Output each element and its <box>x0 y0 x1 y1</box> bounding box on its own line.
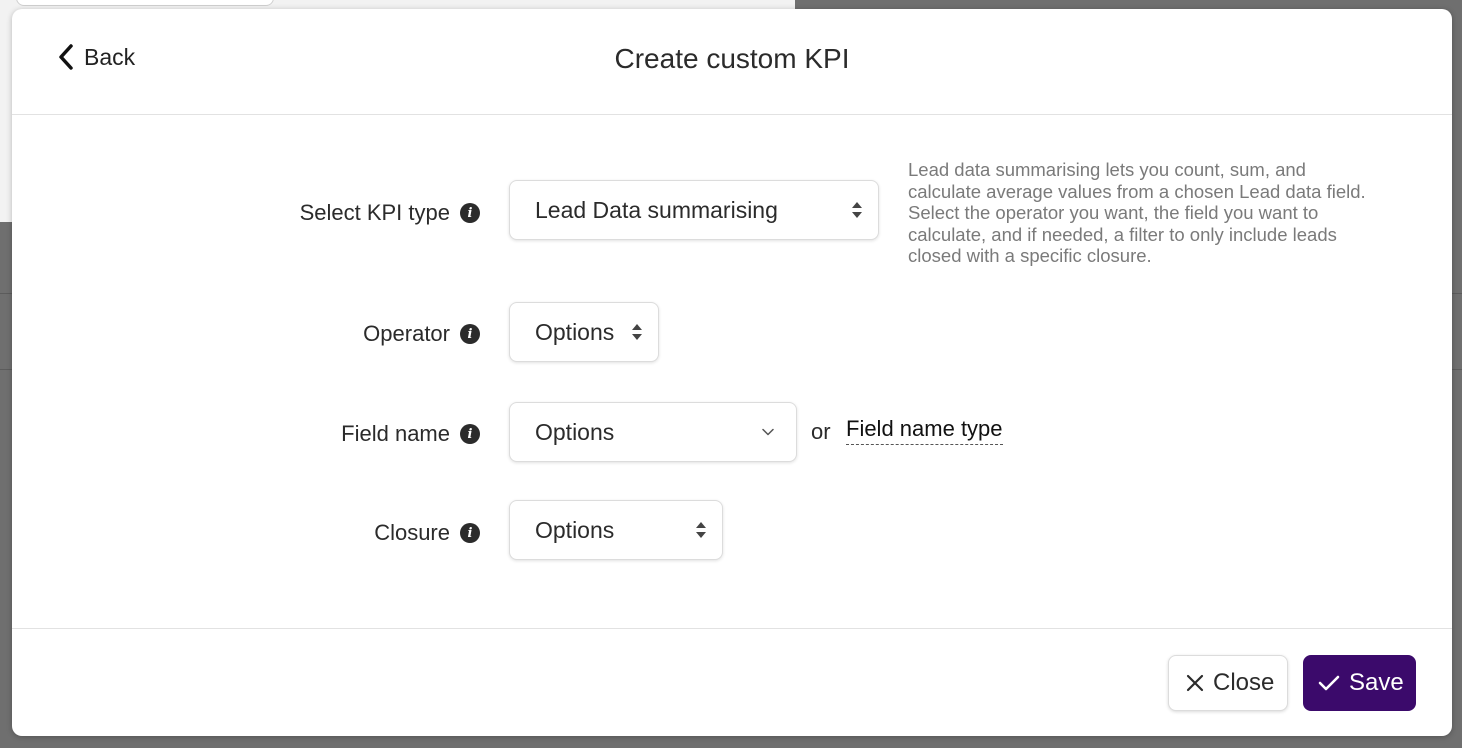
field-name-type-input[interactable]: Field name type <box>846 416 1003 445</box>
modal-footer: Close Save <box>12 628 1452 736</box>
kpi-type-select[interactable]: Lead Data summarising <box>509 180 879 240</box>
field-name-value: Options <box>535 418 615 445</box>
info-icon[interactable]: i <box>460 424 480 444</box>
sort-arrows-icon <box>852 202 862 218</box>
closure-select[interactable]: Options <box>509 500 723 560</box>
check-icon <box>1318 675 1340 691</box>
modal-header: Back Create custom KPI <box>12 9 1452 115</box>
kpi-type-help-text: Lead data summarising lets you count, su… <box>908 159 1366 266</box>
closure-label-text: Closure <box>374 520 450 545</box>
close-button[interactable]: Close <box>1168 655 1288 711</box>
closure-value: Options <box>535 516 615 543</box>
field-name-select[interactable]: Options <box>509 402 797 462</box>
background-pill <box>16 0 274 6</box>
field-name-label: Field name i <box>341 421 480 447</box>
sort-arrows-icon <box>696 522 706 538</box>
kpi-type-label: Select KPI type i <box>300 200 480 226</box>
create-kpi-modal: Back Create custom KPI Select KPI type i… <box>12 9 1452 736</box>
operator-value: Options <box>535 318 615 345</box>
operator-label: Operator i <box>363 321 480 347</box>
or-text: or <box>811 419 831 444</box>
close-label: Close <box>1213 669 1275 696</box>
save-button[interactable]: Save <box>1303 655 1416 711</box>
sort-arrows-icon <box>632 324 642 340</box>
info-icon[interactable]: i <box>460 203 480 223</box>
close-icon <box>1186 674 1204 692</box>
info-icon[interactable]: i <box>460 523 480 543</box>
operator-label-text: Operator <box>363 321 450 346</box>
chevron-down-icon <box>762 428 774 436</box>
kpi-type-label-text: Select KPI type <box>299 200 450 225</box>
modal-title: Create custom KPI <box>614 43 850 74</box>
info-icon[interactable]: i <box>460 324 480 344</box>
field-name-label-text: Field name <box>341 421 450 446</box>
save-label: Save <box>1349 669 1404 696</box>
closure-label: Closure i <box>374 520 480 546</box>
operator-select[interactable]: Options <box>509 302 659 362</box>
kpi-type-value: Lead Data summarising <box>535 196 778 223</box>
